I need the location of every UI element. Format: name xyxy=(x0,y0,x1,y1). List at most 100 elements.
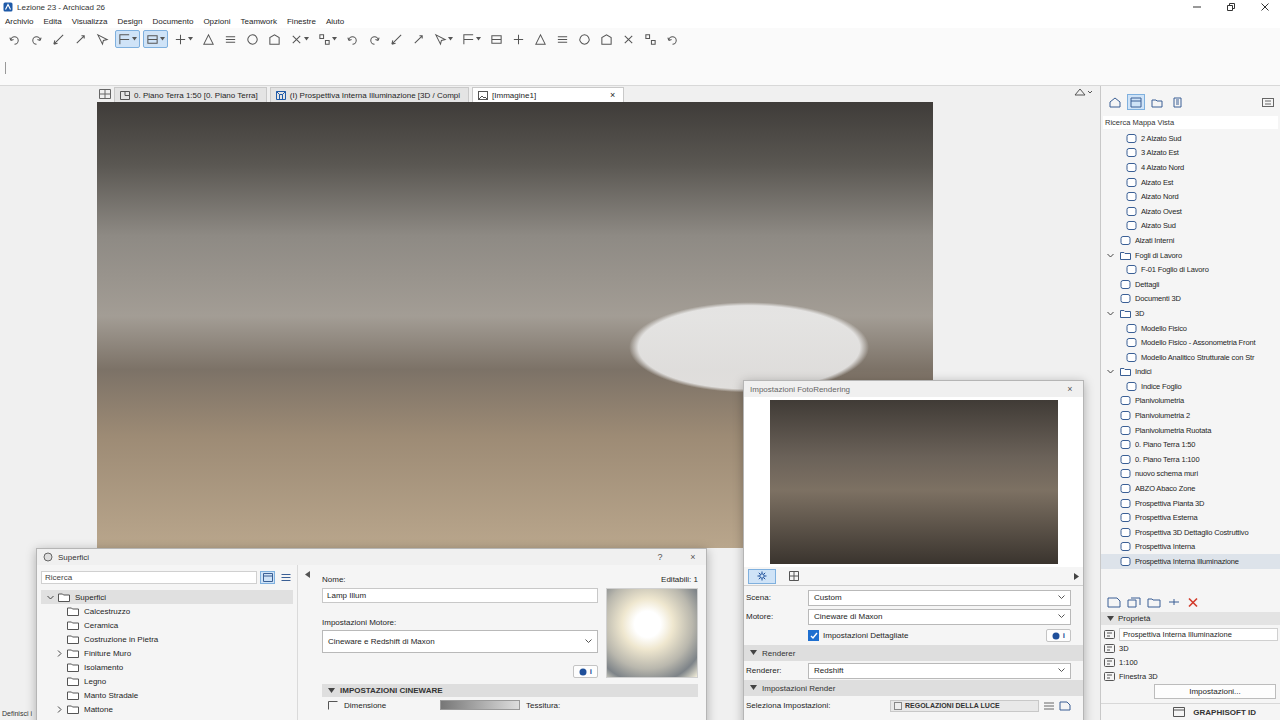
settings-view-icon[interactable] xyxy=(1167,597,1181,608)
navigator-item[interactable]: Prospettiva Interna Illuminazione xyxy=(1101,554,1280,569)
detailed-settings-checkbox[interactable] xyxy=(808,630,819,641)
expand-arrow-icon[interactable] xyxy=(56,706,63,713)
section-header[interactable]: Impostazioni Render xyxy=(744,680,1083,696)
toolbar-button[interactable] xyxy=(619,30,638,48)
navigator-item[interactable]: 3 Alzato Est xyxy=(1101,146,1280,161)
navigator-item[interactable]: Prospettiva 3D Dettaglio Costruttivo xyxy=(1101,525,1280,540)
panel-menu-icon[interactable] xyxy=(1262,98,1274,107)
toolbar-button[interactable] xyxy=(143,30,168,48)
expand-arrow-icon[interactable] xyxy=(47,594,54,601)
toolbar-button[interactable] xyxy=(531,30,550,48)
name-field[interactable]: Lamp Illum xyxy=(322,588,598,603)
toolbar-button[interactable] xyxy=(199,30,218,48)
navigator-item[interactable]: Dettagli xyxy=(1101,277,1280,292)
expand-arrow-icon[interactable] xyxy=(1107,310,1114,317)
toolbar-button[interactable] xyxy=(663,30,682,48)
toolbar-button[interactable] xyxy=(93,30,112,48)
toolbar-button[interactable] xyxy=(315,30,340,48)
menu-item[interactable]: Opzioni xyxy=(203,17,230,26)
toolbar-button[interactable] xyxy=(71,30,90,48)
surface-folder[interactable]: Costruzione in Pietra xyxy=(41,632,293,646)
collapse-pane-icon[interactable] xyxy=(305,571,311,578)
navigator-item[interactable]: Indici xyxy=(1101,365,1280,380)
close-button[interactable]: × xyxy=(686,552,700,562)
menu-item[interactable]: Teamwork xyxy=(241,17,277,26)
navigator-mode-button[interactable] xyxy=(1148,94,1166,110)
toolbar-button[interactable] xyxy=(409,30,428,48)
settings-tab[interactable] xyxy=(780,569,808,584)
texture-swatch[interactable] xyxy=(440,700,520,710)
surface-folder[interactable]: Superfici xyxy=(41,590,293,604)
panel-icon[interactable] xyxy=(1173,707,1185,717)
navigator-item[interactable]: Modello Fisico xyxy=(1101,321,1280,336)
navigator-item[interactable]: Alzato Sud xyxy=(1101,219,1280,234)
navigator-mode-button[interactable] xyxy=(1127,94,1145,110)
navigation-icon[interactable] xyxy=(1074,87,1092,97)
graphisoft-id[interactable]: GRAPHISOFT ID xyxy=(1193,708,1256,717)
info-button[interactable]: i xyxy=(1046,629,1071,642)
navigator-item[interactable]: 2 Alzato Sud xyxy=(1101,131,1280,146)
view-id-field[interactable]: Prospettiva Interna Illuminazione xyxy=(1119,628,1278,641)
help-button[interactable]: ? xyxy=(653,552,667,562)
toolbar-button[interactable] xyxy=(575,30,594,48)
toolbar-button[interactable] xyxy=(5,30,24,48)
new-folder-icon[interactable] xyxy=(1147,597,1161,608)
view-mode-button[interactable] xyxy=(278,571,293,584)
navigator-item[interactable]: Alzati Interni xyxy=(1101,233,1280,248)
save-view-icon[interactable] xyxy=(1107,597,1121,608)
view-mode-button[interactable] xyxy=(260,571,275,584)
navigator-item[interactable]: ABZO Abaco Zone xyxy=(1101,481,1280,496)
section-header[interactable]: Renderer xyxy=(744,645,1083,661)
toolbar-button[interactable] xyxy=(115,30,140,48)
toolbar-button[interactable] xyxy=(597,30,616,48)
navigator-item[interactable]: Fogli di Lavoro xyxy=(1101,248,1280,263)
surface-folder[interactable]: Isolamento xyxy=(41,660,293,674)
navigator-item[interactable]: Prospettiva Pianta 3D xyxy=(1101,496,1280,511)
info-button[interactable]: i xyxy=(573,665,598,678)
surface-folder[interactable]: Mattone xyxy=(41,702,293,716)
tab-list-icon[interactable] xyxy=(99,89,111,99)
toolbar-button[interactable] xyxy=(553,30,572,48)
navigator-item[interactable]: Planivolumetria xyxy=(1101,394,1280,409)
menu-item[interactable]: Design xyxy=(118,17,143,26)
surface-folder[interactable]: Calcestruzzo xyxy=(41,604,293,618)
toolbar-button[interactable] xyxy=(487,30,506,48)
navigator-search[interactable]: Ricerca Mappa Vista xyxy=(1103,116,1278,129)
toolbar-button[interactable] xyxy=(459,30,484,48)
search-field[interactable]: Ricerca xyxy=(41,571,257,584)
surface-folder[interactable]: Legno xyxy=(41,674,293,688)
settings-button[interactable]: Impostazioni... xyxy=(1154,684,1276,699)
navigator-item[interactable]: Alzato Est xyxy=(1101,175,1280,190)
navigator-item[interactable]: Planivolumetria 2 xyxy=(1101,408,1280,423)
save-preset-icon[interactable] xyxy=(1059,701,1071,711)
clone-view-icon[interactable] xyxy=(1127,597,1141,608)
restore-icon[interactable] xyxy=(1226,2,1236,12)
view-tab[interactable]: (I) Prospettiva Interna Illuminazione [3… xyxy=(270,87,469,102)
toolbar-button[interactable] xyxy=(221,30,240,48)
menu-item[interactable]: Documento xyxy=(152,17,193,26)
close-button[interactable]: × xyxy=(1063,384,1077,394)
engine-dropdown[interactable]: Cineware e Redshift di Maxon xyxy=(322,630,598,653)
menu-item[interactable]: Edita xyxy=(43,17,61,26)
preset-field[interactable]: REGOLAZIONI DELLA LUCE xyxy=(890,700,1039,712)
navigator-item[interactable]: Indice Foglio xyxy=(1101,379,1280,394)
view-tab[interactable]: 0. Piano Terra 1:50 [0. Piano Terra] xyxy=(114,87,267,102)
view-tab[interactable]: [Immagine1]× xyxy=(472,87,624,102)
menu-item[interactable]: Visualizza xyxy=(72,17,108,26)
toolbar-button[interactable] xyxy=(431,30,456,48)
navigator-item[interactable]: 3D xyxy=(1101,306,1280,321)
delete-icon[interactable] xyxy=(1187,597,1199,608)
menu-item[interactable]: Archivio xyxy=(5,17,33,26)
toolbar-button[interactable] xyxy=(265,30,284,48)
setting-dropdown[interactable]: Custom xyxy=(808,590,1071,606)
toolbar-button[interactable] xyxy=(641,30,660,48)
navigator-item[interactable]: 0. Piano Terra 1:50 xyxy=(1101,437,1280,452)
menu-item[interactable]: Aiuto xyxy=(326,17,344,26)
scroll-right-icon[interactable] xyxy=(1074,573,1079,580)
toolbar-button[interactable] xyxy=(365,30,384,48)
navigator-item[interactable]: Prospettiva Interna xyxy=(1101,540,1280,555)
navigator-item[interactable]: nuovo schema muri xyxy=(1101,467,1280,482)
toolbar-button[interactable] xyxy=(343,30,362,48)
expand-arrow-icon[interactable] xyxy=(1107,252,1114,259)
surface-folder[interactable]: Manto Stradale xyxy=(41,688,293,702)
